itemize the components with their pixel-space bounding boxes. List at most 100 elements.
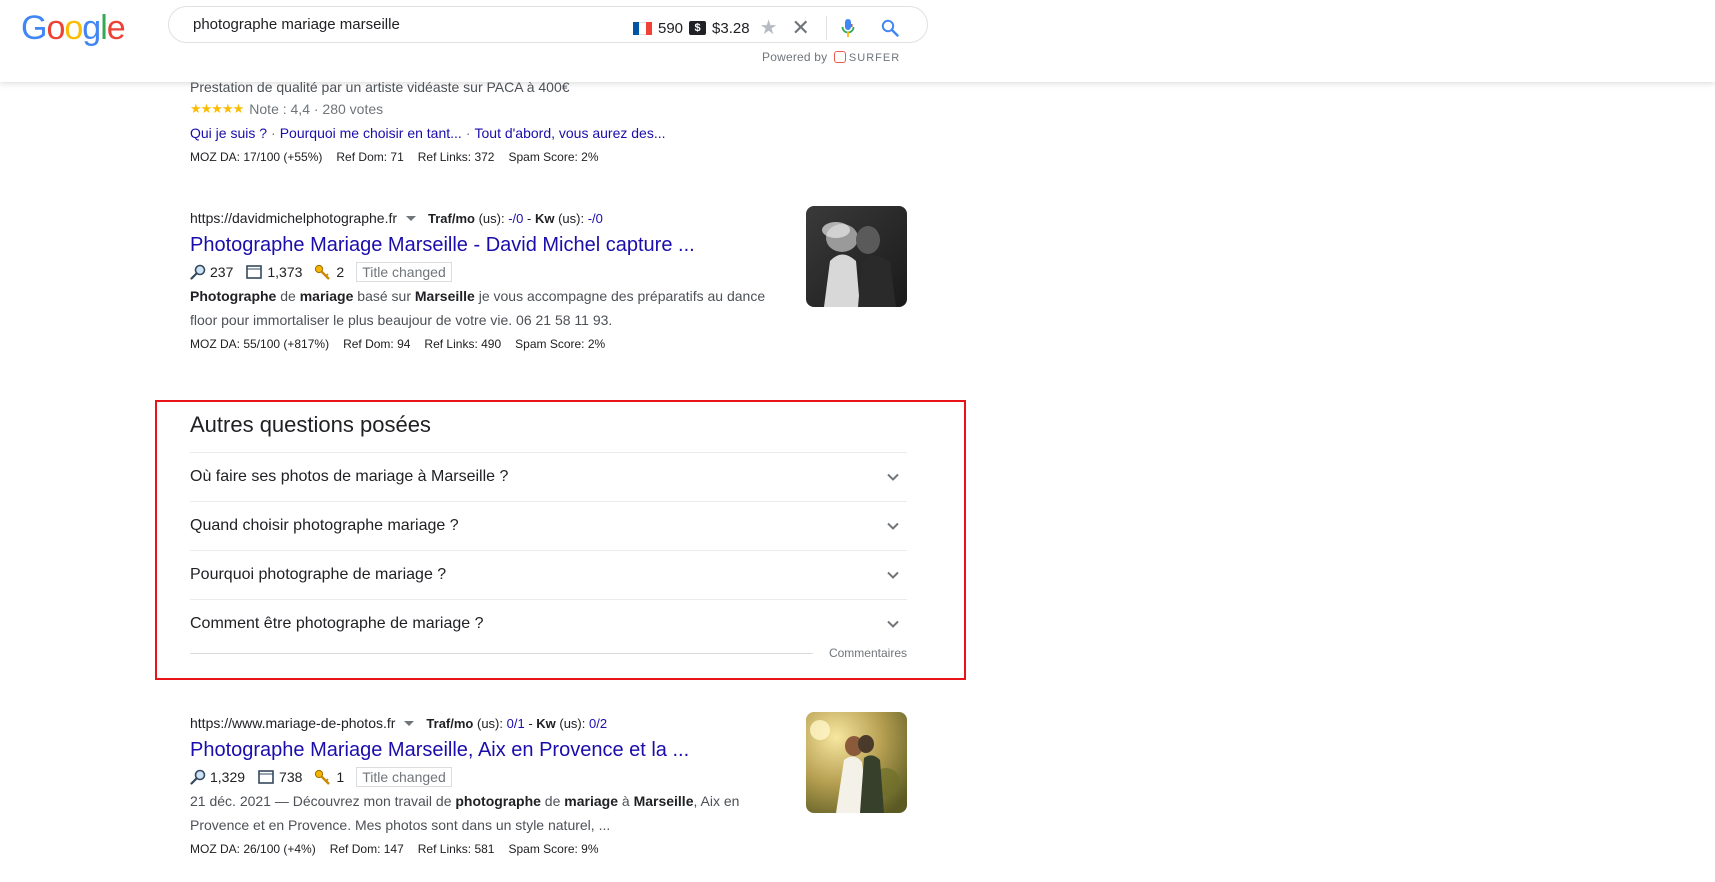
star-icon[interactable]: ★	[760, 18, 778, 38]
stat-pages: 1,373	[267, 264, 303, 280]
sitelink[interactable]: Tout d'abord, vous aurez des...	[475, 125, 666, 141]
logo-letter: G	[21, 9, 47, 47]
dropdown-arrow-icon[interactable]	[404, 720, 415, 726]
snippet-part: Marseille	[633, 793, 694, 809]
result-snippet: 21 déc. 2021 — Découvrez mon travail de …	[190, 789, 790, 837]
logo-letter: g	[82, 9, 101, 47]
result-title-link[interactable]: Photographe Mariage Marseille - David Mi…	[190, 232, 790, 258]
snippet-part: basé sur	[353, 288, 415, 304]
france-flag-icon	[633, 21, 652, 35]
search-magnifier-icon	[190, 769, 206, 785]
result-snippet: Photographe de mariage basé sur Marseill…	[190, 284, 780, 332]
title-changed-badge: Title changed	[356, 262, 452, 282]
sitelink[interactable]: Qui je suis ?	[190, 125, 267, 141]
ref-dom: Ref Dom: 147	[329, 842, 404, 856]
separator: ·	[271, 125, 276, 141]
snippet-part: Photographe	[190, 288, 277, 304]
logo-letter: e	[106, 9, 126, 47]
search-icon[interactable]	[881, 19, 899, 37]
clear-search-icon[interactable]: ✕	[792, 17, 810, 39]
moz-da: MOZ DA: 17/100 (+55%)	[190, 150, 323, 164]
snippet-part: à	[617, 793, 634, 809]
stat-search: 237	[210, 264, 234, 280]
snippet-part: photographe	[455, 793, 541, 809]
kw-us: (us):	[554, 210, 588, 226]
result-thumbnail-wedding-photo[interactable]	[806, 206, 907, 307]
kw-label: Kw	[536, 715, 556, 731]
snippet-part: mariage	[299, 288, 354, 304]
ref-links: Ref Links: 581	[417, 842, 495, 856]
result-thumbnail-wedding-photo[interactable]	[806, 712, 907, 813]
sitelink[interactable]: Pourquoi me choisir en tant...	[280, 125, 462, 141]
paa-question[interactable]: Quand choisir photographe mariage ?	[190, 501, 907, 550]
traf-us: (us):	[474, 210, 509, 226]
paa-heading: Autres questions posées	[190, 412, 431, 437]
snippet-part: 21 déc. 2021 — Découvrez mon travail de	[190, 793, 456, 809]
search-box: 590 $ $3.28 ★ ✕	[168, 6, 928, 43]
traffic-metrics: Traf/mo (us): -/0 - Kw (us): -/0	[428, 210, 603, 226]
feedback-link[interactable]: Commentaires	[829, 646, 907, 660]
paa-question-text: Comment être photographe de mariage ?	[190, 615, 484, 632]
chevron-down-icon[interactable]	[883, 516, 903, 536]
paa-question[interactable]: Pourquoi photographe de mariage ?	[190, 550, 907, 599]
search-metrics: 590 $ $3.28 ★ ✕	[633, 16, 899, 40]
kw-value: -/0	[587, 210, 603, 226]
chevron-down-icon[interactable]	[883, 614, 903, 634]
result-url-line: https://www.mariage-de-photos.fr Traf/mo…	[190, 712, 790, 734]
chevron-down-icon[interactable]	[883, 467, 903, 487]
spam-score: Spam Score: 9%	[508, 842, 599, 856]
result-stats: 1,329 738 1 Title changed	[190, 765, 790, 789]
moz-metrics: MOZ DA: 17/100 (+55%) Ref Dom: 71 Ref Link…	[190, 145, 910, 169]
powered-by-surfer[interactable]: Powered by SURFER	[762, 50, 900, 64]
result-url[interactable]: https://davidmichelphotographe.fr	[190, 210, 397, 226]
result-url[interactable]: https://www.mariage-de-photos.fr	[190, 715, 395, 731]
snippet-part: mariage	[564, 793, 618, 809]
traffic-metrics: Traf/mo (us): 0/1 - Kw (us): 0/2	[426, 715, 608, 731]
moz-da: MOZ DA: 26/100 (+4%)	[190, 842, 316, 856]
dropdown-arrow-icon[interactable]	[406, 215, 417, 221]
paa-question[interactable]: Où faire ses photos de mariage à Marseil…	[190, 452, 907, 501]
result-stats: 237 1,373 2 Title changed	[190, 260, 790, 284]
search-header: Google 590 $ $3.28 ★ ✕ Powered by SUR	[0, 0, 1715, 82]
stat-pages: 738	[279, 769, 303, 785]
kw-value: 0/2	[589, 715, 608, 731]
traf-value: 0/1	[506, 715, 525, 731]
chevron-down-icon[interactable]	[883, 565, 903, 585]
stat-search: 1,329	[210, 769, 246, 785]
paa-question-text: Pourquoi photographe de mariage ?	[190, 566, 447, 583]
stat-keys: 1	[336, 769, 345, 785]
traf-label: Traf/mo	[428, 210, 475, 226]
cpc-value: $3.28	[712, 19, 750, 37]
traf-us: (us):	[473, 715, 507, 731]
snippet-part: de	[276, 288, 300, 304]
result-title-link[interactable]: Photographe Mariage Marseille, Aix en Pr…	[190, 737, 790, 763]
logo-letter: o	[46, 9, 65, 47]
paa-footer: Commentaires	[190, 646, 907, 660]
page-icon	[257, 769, 275, 785]
moz-metrics: MOZ DA: 26/100 (+4%) Ref Dom: 147 Ref Link…	[190, 837, 790, 861]
search-input[interactable]	[191, 15, 575, 34]
moz-metrics: MOZ DA: 55/100 (+817%) Ref Dom: 94 Ref Lin…	[190, 332, 790, 356]
google-logo[interactable]: Google	[21, 9, 126, 48]
stat-keys: 2	[336, 264, 345, 280]
title-changed-badge: Title changed	[356, 767, 452, 787]
result-snippet: Prestation de qualité par un artiste vid…	[190, 79, 570, 95]
surfer-logo-icon	[833, 51, 846, 63]
ref-dom: Ref Dom: 94	[343, 337, 411, 351]
spam-score: Spam Score: 2%	[515, 337, 606, 351]
page-icon	[245, 264, 263, 280]
search-result-2: https://davidmichelphotographe.fr Traf/m…	[190, 207, 790, 356]
paa-question[interactable]: Comment être photographe de mariage ?	[190, 599, 907, 648]
snippet-part: Marseille	[414, 288, 475, 304]
key-icon	[314, 769, 332, 785]
logo-letter: o	[64, 9, 83, 47]
search-result-1: Prestation de qualité par un artiste vid…	[190, 77, 910, 169]
paa-question-text: Quand choisir photographe mariage ?	[190, 517, 459, 534]
key-icon	[314, 264, 332, 280]
result-url-line: https://davidmichelphotographe.fr Traf/m…	[190, 207, 790, 229]
spam-score: Spam Score: 2%	[508, 150, 599, 164]
traf-label: Traf/mo	[426, 715, 474, 731]
paa-question-text: Où faire ses photos de mariage à Marseil…	[190, 468, 509, 485]
search-volume: 590	[658, 19, 684, 37]
microphone-icon[interactable]	[841, 18, 855, 38]
